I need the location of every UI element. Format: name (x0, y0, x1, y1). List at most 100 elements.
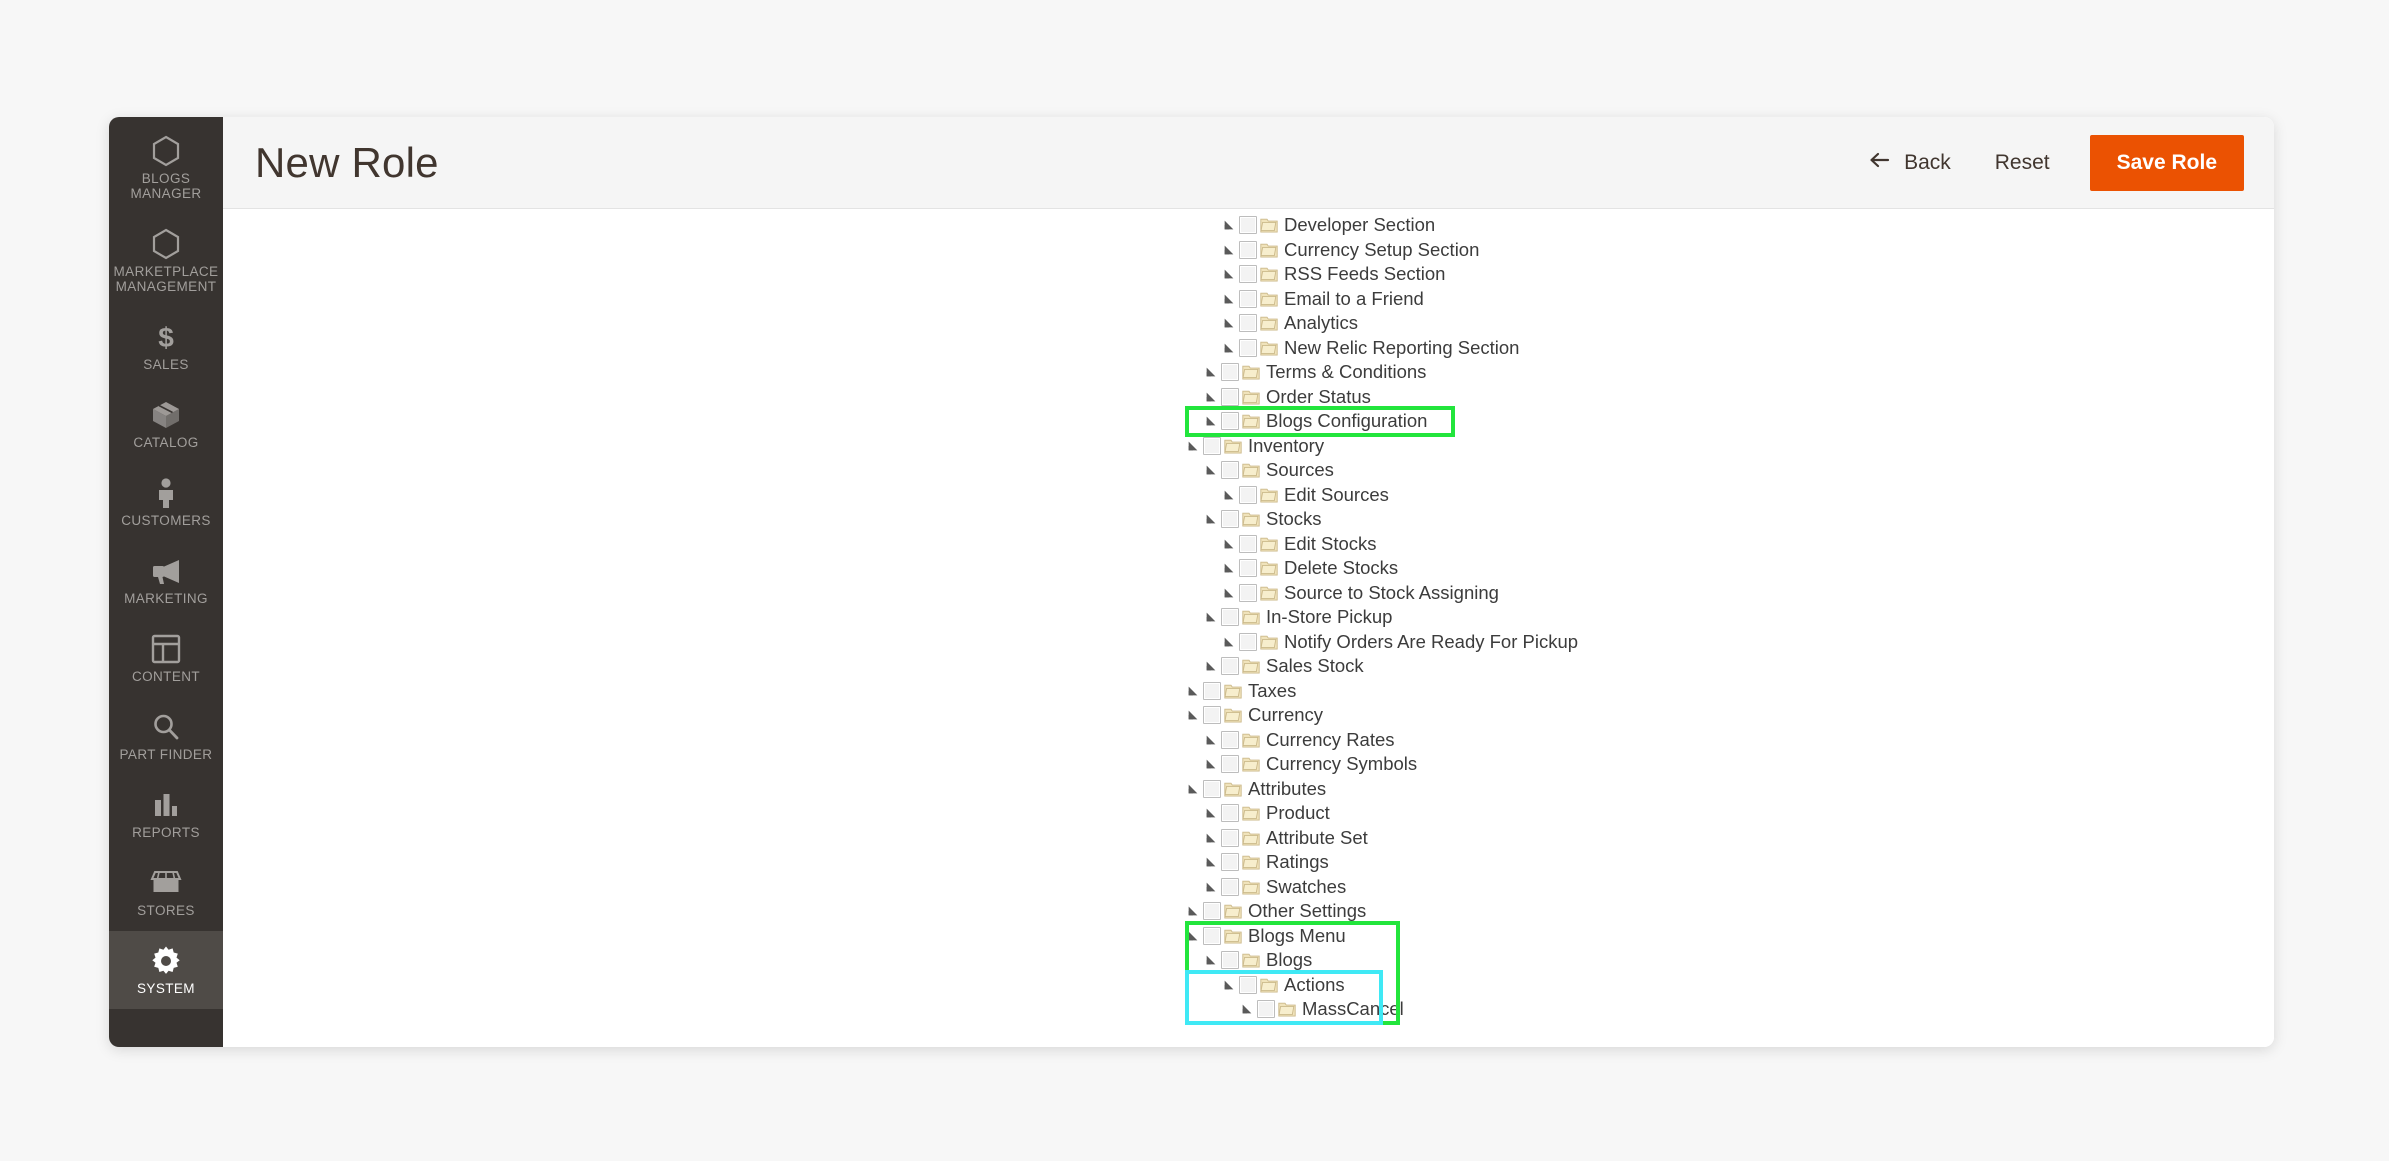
sidebar-item-marketplace-management[interactable]: MARKETPLACE MANAGEMENT (109, 214, 223, 307)
tree-node[interactable]: New Relic Reporting Section (1183, 336, 1578, 361)
tree-node-checkbox[interactable] (1221, 877, 1239, 896)
tree-node[interactable]: Currency (1183, 703, 1578, 728)
tree-node-checkbox[interactable] (1203, 902, 1221, 921)
tree-node[interactable]: Currency Symbols (1183, 752, 1578, 777)
tree-expander-icon[interactable] (1183, 708, 1203, 722)
tree-node[interactable]: In-Store Pickup (1183, 605, 1578, 630)
tree-expander-icon[interactable] (1201, 733, 1221, 747)
sidebar-item-content[interactable]: CONTENT (109, 619, 223, 697)
tree-expander-icon[interactable] (1201, 512, 1221, 526)
tree-node[interactable]: Product (1183, 801, 1578, 826)
tree-node[interactable]: Currency Setup Section (1183, 238, 1578, 263)
tree-node[interactable]: Order Status (1183, 385, 1578, 410)
tree-node-checkbox[interactable] (1239, 338, 1257, 357)
tree-node[interactable]: Blogs Configuration (1183, 409, 1578, 434)
tree-expander-icon[interactable] (1183, 929, 1203, 943)
sidebar-item-marketing[interactable]: MARKETING (109, 541, 223, 619)
tree-node-checkbox[interactable] (1203, 706, 1221, 725)
tree-node[interactable]: Stocks (1183, 507, 1578, 532)
tree-node-checkbox[interactable] (1239, 289, 1257, 308)
tree-node[interactable]: Taxes (1183, 679, 1578, 704)
tree-expander-icon[interactable] (1237, 1002, 1257, 1016)
tree-expander-icon[interactable] (1219, 488, 1239, 502)
tree-node-checkbox[interactable] (1239, 534, 1257, 553)
tree-node-checkbox[interactable] (1221, 755, 1239, 774)
tree-node-checkbox[interactable] (1221, 461, 1239, 480)
tree-node-checkbox[interactable] (1221, 657, 1239, 676)
tree-expander-icon[interactable] (1219, 561, 1239, 575)
tree-node-checkbox[interactable] (1221, 412, 1239, 431)
tree-expander-icon[interactable] (1201, 659, 1221, 673)
tree-node[interactable]: Email to a Friend (1183, 287, 1578, 312)
tree-node-checkbox[interactable] (1257, 1000, 1275, 1019)
sidebar-item-customers[interactable]: CUSTOMERS (109, 463, 223, 541)
tree-expander-icon[interactable] (1201, 414, 1221, 428)
sidebar-item-stores[interactable]: STORES (109, 853, 223, 931)
tree-node[interactable]: Terms & Conditions (1183, 360, 1578, 385)
sidebar-item-reports[interactable]: REPORTS (109, 775, 223, 853)
tree-node-checkbox[interactable] (1239, 485, 1257, 504)
tree-expander-icon[interactable] (1219, 978, 1239, 992)
tree-expander-icon[interactable] (1219, 635, 1239, 649)
tree-expander-icon[interactable] (1219, 316, 1239, 330)
tree-node[interactable]: Inventory (1183, 434, 1578, 459)
tree-expander-icon[interactable] (1219, 341, 1239, 355)
tree-expander-icon[interactable] (1201, 806, 1221, 820)
tree-node-checkbox[interactable] (1203, 436, 1221, 455)
tree-node[interactable]: Attribute Set (1183, 826, 1578, 851)
tree-node[interactable]: Sales Stock (1183, 654, 1578, 679)
tree-expander-icon[interactable] (1201, 610, 1221, 624)
sidebar-item-sales[interactable]: $ SALES (109, 307, 223, 385)
tree-expander-icon[interactable] (1219, 586, 1239, 600)
tree-node[interactable]: Developer Section (1183, 213, 1578, 238)
tree-expander-icon[interactable] (1219, 292, 1239, 306)
tree-node-checkbox[interactable] (1203, 681, 1221, 700)
tree-node-checkbox[interactable] (1221, 608, 1239, 627)
tree-node-checkbox[interactable] (1239, 265, 1257, 284)
tree-node[interactable]: Other Settings (1183, 899, 1578, 924)
tree-node[interactable]: Sources (1183, 458, 1578, 483)
tree-node-checkbox[interactable] (1203, 779, 1221, 798)
tree-node-checkbox[interactable] (1221, 951, 1239, 970)
tree-node-checkbox[interactable] (1221, 804, 1239, 823)
tree-node-checkbox[interactable] (1203, 926, 1221, 945)
tree-expander-icon[interactable] (1201, 831, 1221, 845)
tree-node-checkbox[interactable] (1221, 730, 1239, 749)
tree-expander-icon[interactable] (1183, 904, 1203, 918)
tree-node[interactable]: Ratings (1183, 850, 1578, 875)
tree-expander-icon[interactable] (1201, 365, 1221, 379)
tree-node[interactable]: Edit Stocks (1183, 532, 1578, 557)
tree-expander-icon[interactable] (1201, 953, 1221, 967)
tree-node-checkbox[interactable] (1221, 510, 1239, 529)
tree-node-checkbox[interactable] (1239, 632, 1257, 651)
tree-node-checkbox[interactable] (1239, 314, 1257, 333)
tree-expander-icon[interactable] (1183, 439, 1203, 453)
tree-node-checkbox[interactable] (1221, 363, 1239, 382)
tree-node[interactable]: Source to Stock Assigning (1183, 581, 1578, 606)
sidebar-item-blogs-manager[interactable]: BLOGS MANAGER (109, 121, 223, 214)
tree-expander-icon[interactable] (1183, 782, 1203, 796)
sidebar-item-part-finder[interactable]: PART FINDER (109, 697, 223, 775)
sidebar-item-catalog[interactable]: CATALOG (109, 385, 223, 463)
tree-expander-icon[interactable] (1201, 757, 1221, 771)
role-resources-tree-scroll[interactable]: Developer Section Currency Setup Section… (223, 209, 2274, 1047)
tree-node[interactable]: Blogs Menu (1183, 924, 1578, 949)
tree-expander-icon[interactable] (1219, 218, 1239, 232)
tree-node[interactable]: Swatches (1183, 875, 1578, 900)
tree-node[interactable]: Delete Stocks (1183, 556, 1578, 581)
tree-node[interactable]: Currency Rates (1183, 728, 1578, 753)
tree-node-checkbox[interactable] (1221, 853, 1239, 872)
tree-node[interactable]: RSS Feeds Section (1183, 262, 1578, 287)
tree-node-checkbox[interactable] (1239, 583, 1257, 602)
tree-node[interactable]: Analytics (1183, 311, 1578, 336)
tree-node[interactable]: MassCancel (1183, 997, 1578, 1022)
back-button[interactable]: Back (1846, 140, 1973, 186)
save-role-button[interactable]: Save Role (2089, 134, 2244, 191)
tree-node-checkbox[interactable] (1239, 975, 1257, 994)
tree-node[interactable]: Blogs (1183, 948, 1578, 973)
tree-expander-icon[interactable] (1201, 390, 1221, 404)
reset-button[interactable]: Reset (1973, 141, 2072, 185)
tree-node[interactable]: Attributes (1183, 777, 1578, 802)
tree-node-checkbox[interactable] (1239, 240, 1257, 259)
tree-expander-icon[interactable] (1219, 537, 1239, 551)
